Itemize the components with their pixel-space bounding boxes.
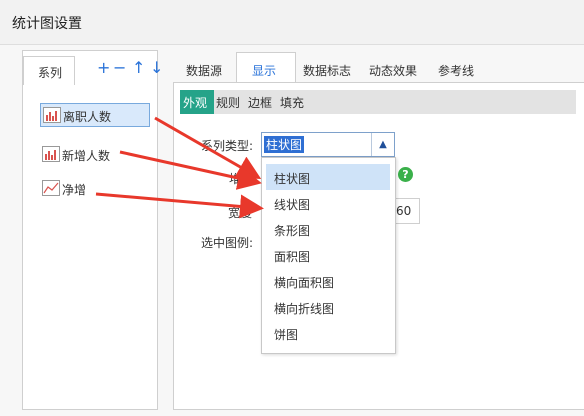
arrow-line	[119, 150, 262, 190]
arrow-line	[95, 192, 264, 219]
arrow-line	[154, 116, 262, 179]
annotation-arrows	[95, 116, 264, 219]
